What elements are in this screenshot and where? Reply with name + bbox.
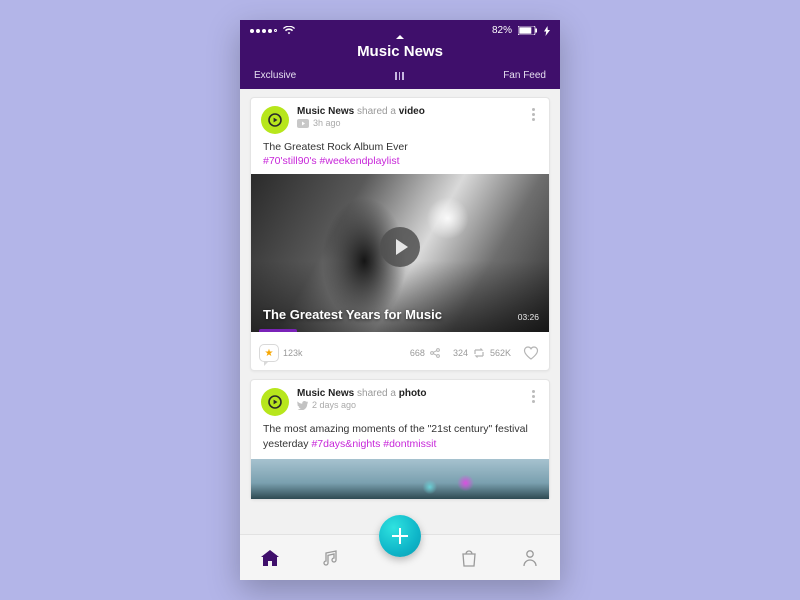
avatar[interactable] [261, 388, 289, 416]
status-right: 82% [492, 25, 550, 36]
fab-add-button[interactable] [379, 515, 421, 557]
tab-fanfeed[interactable]: Fan Feed [503, 70, 546, 81]
youtube-icon [297, 119, 309, 128]
video-thumbnail[interactable]: The Greatest Years for Music 03:26 154k [251, 174, 549, 332]
play-logo-icon [268, 113, 282, 127]
share-icon [429, 347, 441, 359]
nav-shop[interactable] [457, 546, 481, 570]
nav-home[interactable] [258, 546, 282, 570]
twitter-icon [297, 401, 308, 410]
video-title: The Greatest Years for Music [263, 307, 499, 322]
more-button[interactable] [528, 388, 539, 405]
repost-icon [472, 348, 486, 358]
bolt-icon [544, 26, 550, 36]
avatar[interactable] [261, 106, 289, 134]
page-title: Music News [240, 39, 560, 66]
hashtags[interactable]: #7days&nights #dontmissit [311, 438, 436, 450]
post-author[interactable]: Music News [297, 106, 354, 117]
feed: Music News shared a video 3h ago The Gre… [240, 89, 560, 534]
phone-frame: 82% Music News Exclusive Fan Feed [240, 20, 560, 580]
header-tabs: Exclusive Fan Feed [240, 66, 560, 89]
post-time: 2 days ago [312, 400, 356, 410]
wifi-icon [283, 26, 295, 35]
post-time: 3h ago [313, 118, 341, 128]
post-author[interactable]: Music News [297, 388, 354, 399]
nav-profile[interactable] [518, 546, 542, 570]
more-button[interactable] [528, 106, 539, 123]
post-body: The most amazing moments of the "21st ce… [251, 420, 549, 456]
post-card: Music News shared a photo 2 days ago The… [250, 379, 550, 499]
play-logo-icon [268, 395, 282, 409]
like-button[interactable] [523, 346, 539, 360]
photo-thumbnail[interactable] [251, 459, 549, 499]
share-button[interactable]: 668 [410, 347, 441, 359]
views-badge: 154k [259, 329, 297, 332]
chevron-up-icon [396, 35, 404, 39]
battery-percent: 82% [492, 25, 512, 36]
person-icon [263, 332, 271, 333]
bottom-nav [240, 534, 560, 580]
signal-dots-icon [250, 29, 277, 33]
repost-button[interactable]: 324 562K [453, 348, 511, 358]
post-heading: Music News shared a video 3h ago [297, 106, 520, 128]
heart-icon [523, 346, 539, 360]
tab-divider-icon [393, 72, 407, 80]
post-heading: Music News shared a photo 2 days ago [297, 388, 520, 410]
video-duration: 03:26 [518, 312, 539, 322]
post-body: The Greatest Rock Album Ever #70'still90… [251, 138, 549, 174]
tab-exclusive[interactable]: Exclusive [254, 70, 296, 81]
comment-button[interactable]: ★ 123k [259, 344, 303, 362]
app-header: 82% Music News Exclusive Fan Feed [240, 20, 560, 89]
battery-icon [518, 26, 538, 35]
post-actions: ★ 123k 668 324 562K [251, 332, 549, 370]
nav-music[interactable] [319, 546, 343, 570]
post-card: Music News shared a video 3h ago The Gre… [250, 97, 550, 371]
hashtags[interactable]: #70'still90's #weekendplaylist [263, 155, 400, 167]
play-button[interactable] [380, 227, 420, 267]
status-left [250, 26, 295, 35]
